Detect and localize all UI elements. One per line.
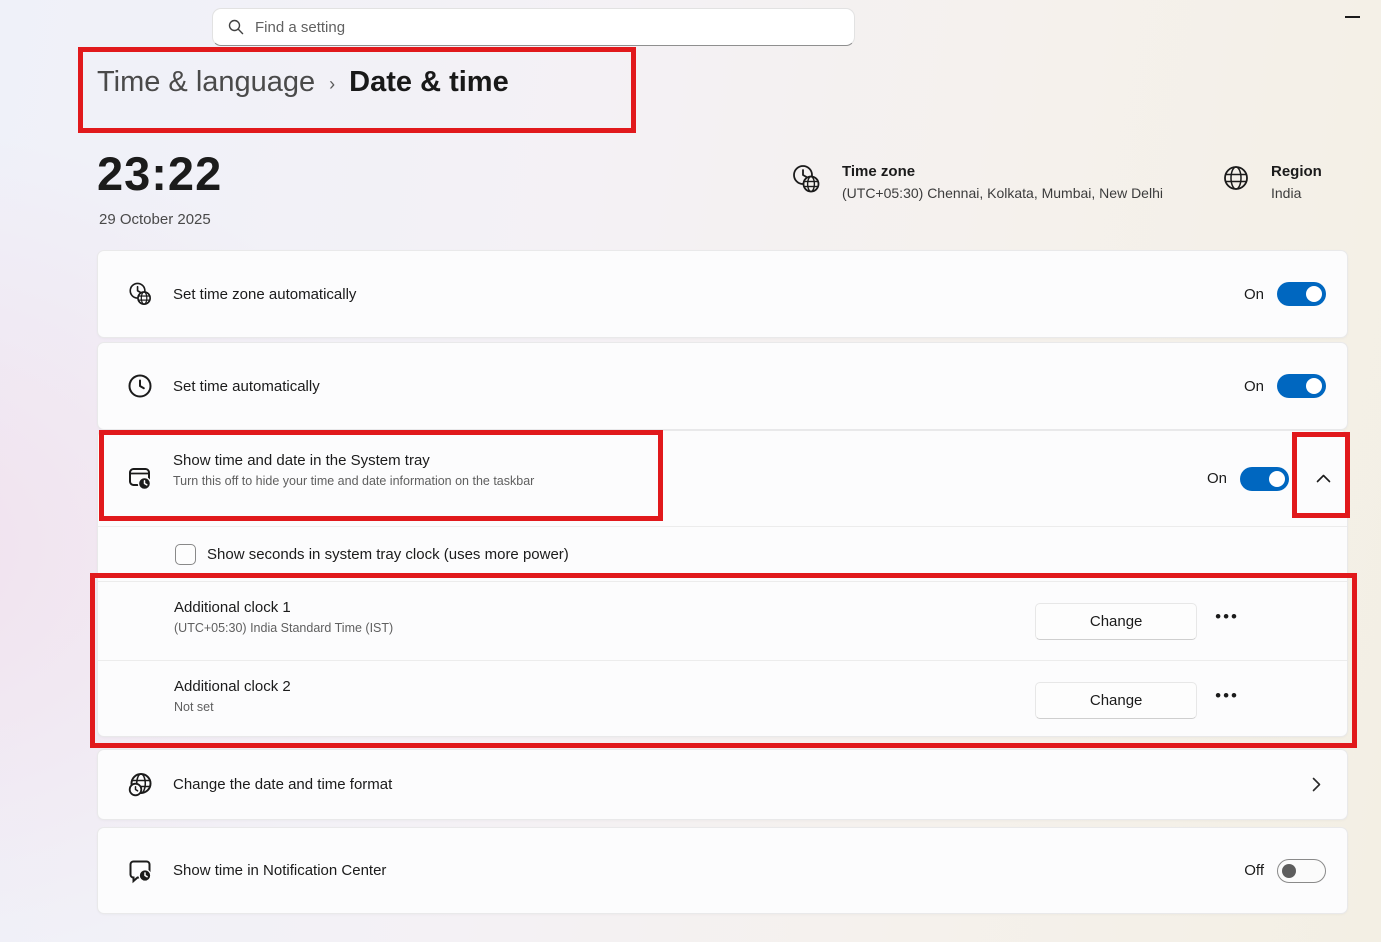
search-box[interactable]: [212, 8, 855, 46]
system-tray-label-block: Show time and date in the System tray Tu…: [173, 452, 534, 488]
system-tray-state: On: [1207, 470, 1227, 487]
current-date: 29 October 2025: [99, 211, 211, 228]
card-notification-center: Show time in Notification Center Off: [97, 827, 1348, 914]
card-system-tray: Show time and date in the System tray Tu…: [97, 430, 1348, 737]
notification-center-toggle[interactable]: [1277, 859, 1326, 883]
timezone-clock-globe-icon: [790, 163, 822, 201]
additional-clock-1-change-button[interactable]: Change: [1035, 603, 1197, 640]
system-tray-expander-header[interactable]: Show time and date in the System tray Tu…: [98, 431, 1347, 526]
set-time-auto-toggle[interactable]: [1277, 374, 1326, 398]
timezone-clock-globe-icon: [122, 281, 158, 307]
date-time-format-label: Change the date and time format: [173, 776, 392, 793]
breadcrumb: Time & language › Date & time: [97, 66, 509, 99]
region-label: Region: [1271, 163, 1322, 180]
minimize-button[interactable]: [1339, 6, 1365, 28]
additional-clock-2-row: Additional clock 2 Not set Change •••: [98, 661, 1347, 739]
current-time: 23:22: [97, 146, 222, 201]
additional-clock-2-change-button[interactable]: Change: [1035, 682, 1197, 719]
timezone-summary: Time zone (UTC+05:30) Chennai, Kolkata, …: [790, 163, 1163, 201]
region-summary: Region India: [1221, 163, 1322, 201]
additional-clock-1-label: Additional clock 1: [174, 599, 393, 616]
notification-center-state: Off: [1244, 862, 1264, 879]
set-time-auto-state: On: [1244, 378, 1264, 395]
search-input[interactable]: [255, 19, 815, 36]
seconds-checkbox-label[interactable]: Show seconds in system tray clock (uses …: [207, 546, 569, 563]
system-tray-clock-icon: [122, 465, 158, 492]
minimize-icon: [1345, 16, 1360, 18]
additional-clock-1-value: (UTC+05:30) India Standard Time (IST): [174, 621, 393, 635]
expander-collapse-button[interactable]: [1316, 474, 1331, 483]
region-value: India: [1271, 185, 1322, 201]
chevron-up-icon: [1316, 474, 1331, 483]
seconds-checkbox[interactable]: [175, 544, 196, 565]
set-time-auto-label: Set time automatically: [173, 378, 320, 395]
globe-clock-icon: [122, 771, 158, 798]
chevron-right-icon: [1312, 777, 1321, 792]
notification-center-label: Show time in Notification Center: [173, 862, 386, 879]
card-set-timezone-auto: Set time zone automatically On: [97, 250, 1348, 338]
system-tray-label: Show time and date in the System tray: [173, 452, 534, 469]
more-icon[interactable]: •••: [1215, 691, 1239, 709]
more-icon[interactable]: •••: [1215, 612, 1239, 630]
page-title: Date & time: [349, 66, 509, 99]
additional-clock-2-value: Not set: [174, 700, 291, 714]
additional-clock-1-row: Additional clock 1 (UTC+05:30) India Sta…: [98, 582, 1347, 660]
additional-clock-1-block: Additional clock 1 (UTC+05:30) India Sta…: [174, 599, 393, 635]
additional-clock-2-label: Additional clock 2: [174, 678, 291, 695]
search-icon: [228, 19, 244, 35]
system-tray-description: Turn this off to hide your time and date…: [173, 474, 534, 488]
set-timezone-auto-toggle[interactable]: [1277, 282, 1326, 306]
breadcrumb-parent[interactable]: Time & language: [97, 66, 315, 99]
notification-clock-icon: [122, 857, 158, 884]
timezone-label: Time zone: [842, 163, 1163, 180]
system-tray-toggle[interactable]: [1240, 467, 1289, 491]
timezone-value: (UTC+05:30) Chennai, Kolkata, Mumbai, Ne…: [842, 185, 1163, 201]
set-timezone-auto-state: On: [1244, 286, 1264, 303]
breadcrumb-separator: ›: [329, 70, 335, 95]
card-date-time-format[interactable]: Change the date and time format: [97, 749, 1348, 820]
globe-icon: [1221, 163, 1251, 201]
card-set-time-auto: Set time automatically On: [97, 342, 1348, 430]
seconds-checkbox-row: Show seconds in system tray clock (uses …: [98, 527, 1347, 581]
clock-icon: [122, 373, 158, 399]
set-timezone-auto-label: Set time zone automatically: [173, 286, 356, 303]
additional-clock-2-block: Additional clock 2 Not set: [174, 678, 291, 714]
